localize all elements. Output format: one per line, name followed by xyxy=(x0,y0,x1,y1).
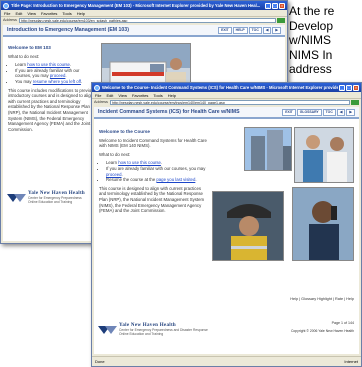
menu-edit[interactable]: Edit xyxy=(106,93,113,98)
page-counter: Page 1 of 144 xyxy=(331,321,354,325)
maximize-button[interactable]: □ xyxy=(272,2,278,9)
side-line-3: w/NIMS xyxy=(289,33,331,48)
side-line-1: At the re xyxy=(289,4,335,18)
ie-icon xyxy=(3,2,9,9)
address-bar: Address http://nesplan.nesh.yale.edu/cou… xyxy=(92,98,361,105)
resume-link[interactable]: resume where you left off xyxy=(33,79,81,84)
address-label: Address xyxy=(3,18,17,22)
menu-file[interactable]: File xyxy=(4,11,10,16)
what-next-label: What to do next: xyxy=(8,53,40,59)
status-text: Done xyxy=(95,359,105,364)
bottom-links[interactable]: Help | Glossary Highlight | Rate | Help xyxy=(226,297,354,303)
what-next-label: What to do next: xyxy=(99,151,131,157)
glossary-button[interactable]: GLOSSARY xyxy=(296,108,322,116)
zone-indicator: Internet xyxy=(344,359,358,364)
welcome-heading: Welcome to the Course xyxy=(99,129,150,134)
menu-favorites[interactable]: Favorites xyxy=(132,93,148,98)
course-title: Incident Command Systems (ICS) for Healt… xyxy=(98,109,240,115)
address-input[interactable]: http://nesplan.nesh.yale.edu/course/em10… xyxy=(18,17,276,23)
address-input[interactable]: http://nesplan.nesh.yale.edu/course/em/i… xyxy=(109,99,350,105)
resume-link[interactable]: page you last visited xyxy=(156,177,195,182)
next-steps-list: Learn how to use this course. If you are… xyxy=(106,160,207,182)
menu-view[interactable]: View xyxy=(118,93,127,98)
title-bar[interactable]: Welcome to the Course- Incident Command … xyxy=(92,83,361,92)
yale-new-haven-logo-icon xyxy=(98,325,117,334)
course-description: This course is designed to align with cu… xyxy=(99,185,205,214)
next-steps-list: Learn how to use this course. If you are… xyxy=(15,62,96,84)
title-bar[interactable]: Title Page: Introduction to Emergency Ma… xyxy=(1,1,287,10)
welcome-text: Welcome to the Course Welcome to Inciden… xyxy=(99,129,207,217)
menu-help[interactable]: Help xyxy=(77,11,85,16)
copyright-text: Copyright © 2006 Yale New Haven Health xyxy=(290,329,354,333)
minimize-button[interactable]: _ xyxy=(339,84,345,91)
course-header: Incident Command Systems (ICS) for Healt… xyxy=(94,107,359,119)
menu-favorites[interactable]: Favorites xyxy=(41,11,57,16)
maximize-button[interactable]: □ xyxy=(346,84,352,91)
window-title: Title Page: Introduction to Emergency Ma… xyxy=(11,3,261,8)
exit-button[interactable]: EXIT xyxy=(218,26,232,34)
course-header: Introduction to Emergency Management (EM… xyxy=(3,25,285,37)
logo-footer: Yale New Haven Health Center for Emergen… xyxy=(98,323,248,336)
list-item: If you are already familiar with our cou… xyxy=(15,68,96,79)
side-line-4: NIMS In xyxy=(289,47,333,62)
toc-button[interactable]: TOC xyxy=(322,108,336,116)
browser-window-em140[interactable]: Welcome to the Course- Incident Command … xyxy=(91,82,362,367)
exit-button[interactable]: EXIT xyxy=(282,108,296,116)
go-button[interactable] xyxy=(277,17,285,23)
phone-worker-photo xyxy=(292,187,354,261)
logo-subtitle-2: Online Education and Training xyxy=(119,332,164,336)
welcome-heading: Welcome to EM 103 xyxy=(8,45,51,50)
close-button[interactable]: × xyxy=(353,84,359,91)
toc-button[interactable]: TOC xyxy=(248,26,262,34)
list-item: Resume the course at the page you last v… xyxy=(106,177,207,183)
how-to-use-link[interactable]: how to use this course xyxy=(27,62,70,67)
list-item: If you are already familiar with our cou… xyxy=(106,166,207,177)
minimize-button[interactable]: _ xyxy=(265,2,271,9)
medical-staff-photo xyxy=(294,127,354,183)
prev-button[interactable]: ◀ xyxy=(262,26,272,34)
address-bar: Address http://nesplan.nesh.yale.edu/cou… xyxy=(1,16,287,23)
page-content: Incident Command Systems (ICS) for Healt… xyxy=(94,107,359,354)
next-button[interactable]: ▶ xyxy=(272,26,281,34)
window-title: Welcome to the Course- Incident Command … xyxy=(102,85,338,90)
list-item: You may resume where you left off. xyxy=(15,79,96,85)
side-description: At the re Develop w/NIMS NIMS In address xyxy=(289,4,362,77)
building-photo xyxy=(244,127,292,171)
how-to-use-link[interactable]: how to use this course xyxy=(118,160,161,165)
yale-new-haven-logo-icon xyxy=(7,193,26,202)
logo-subtitle-2: Online Education and Training xyxy=(28,200,73,204)
next-button[interactable]: ▶ xyxy=(346,108,355,116)
course-description: This course includes modifications to pr… xyxy=(8,87,96,132)
proceed-link[interactable]: proceed xyxy=(50,73,66,78)
close-button[interactable]: × xyxy=(279,2,285,9)
menu-tools[interactable]: Tools xyxy=(153,93,162,98)
address-label: Address xyxy=(94,100,108,104)
prev-button[interactable]: ◀ xyxy=(336,108,346,116)
ie-icon xyxy=(94,84,100,91)
menu-edit[interactable]: Edit xyxy=(15,11,22,16)
status-bar: Done Internet xyxy=(92,356,361,366)
menu-file[interactable]: File xyxy=(95,93,101,98)
side-line-2: Develop xyxy=(289,18,334,33)
help-button[interactable]: HELP xyxy=(232,26,248,34)
menu-help[interactable]: Help xyxy=(168,93,176,98)
side-line-5: address xyxy=(289,62,332,77)
menu-tools[interactable]: Tools xyxy=(62,11,71,16)
firefighter-photo xyxy=(212,191,284,261)
welcome-text: Welcome to EM 103 What to do next: Learn… xyxy=(8,45,96,135)
proceed-link[interactable]: proceed xyxy=(106,172,122,177)
go-button[interactable] xyxy=(351,99,359,105)
intro-text: Welcome to Incident Command Systems for … xyxy=(99,137,207,149)
menu-view[interactable]: View xyxy=(27,11,36,16)
course-title: Introduction to Emergency Management (EM… xyxy=(7,27,129,33)
